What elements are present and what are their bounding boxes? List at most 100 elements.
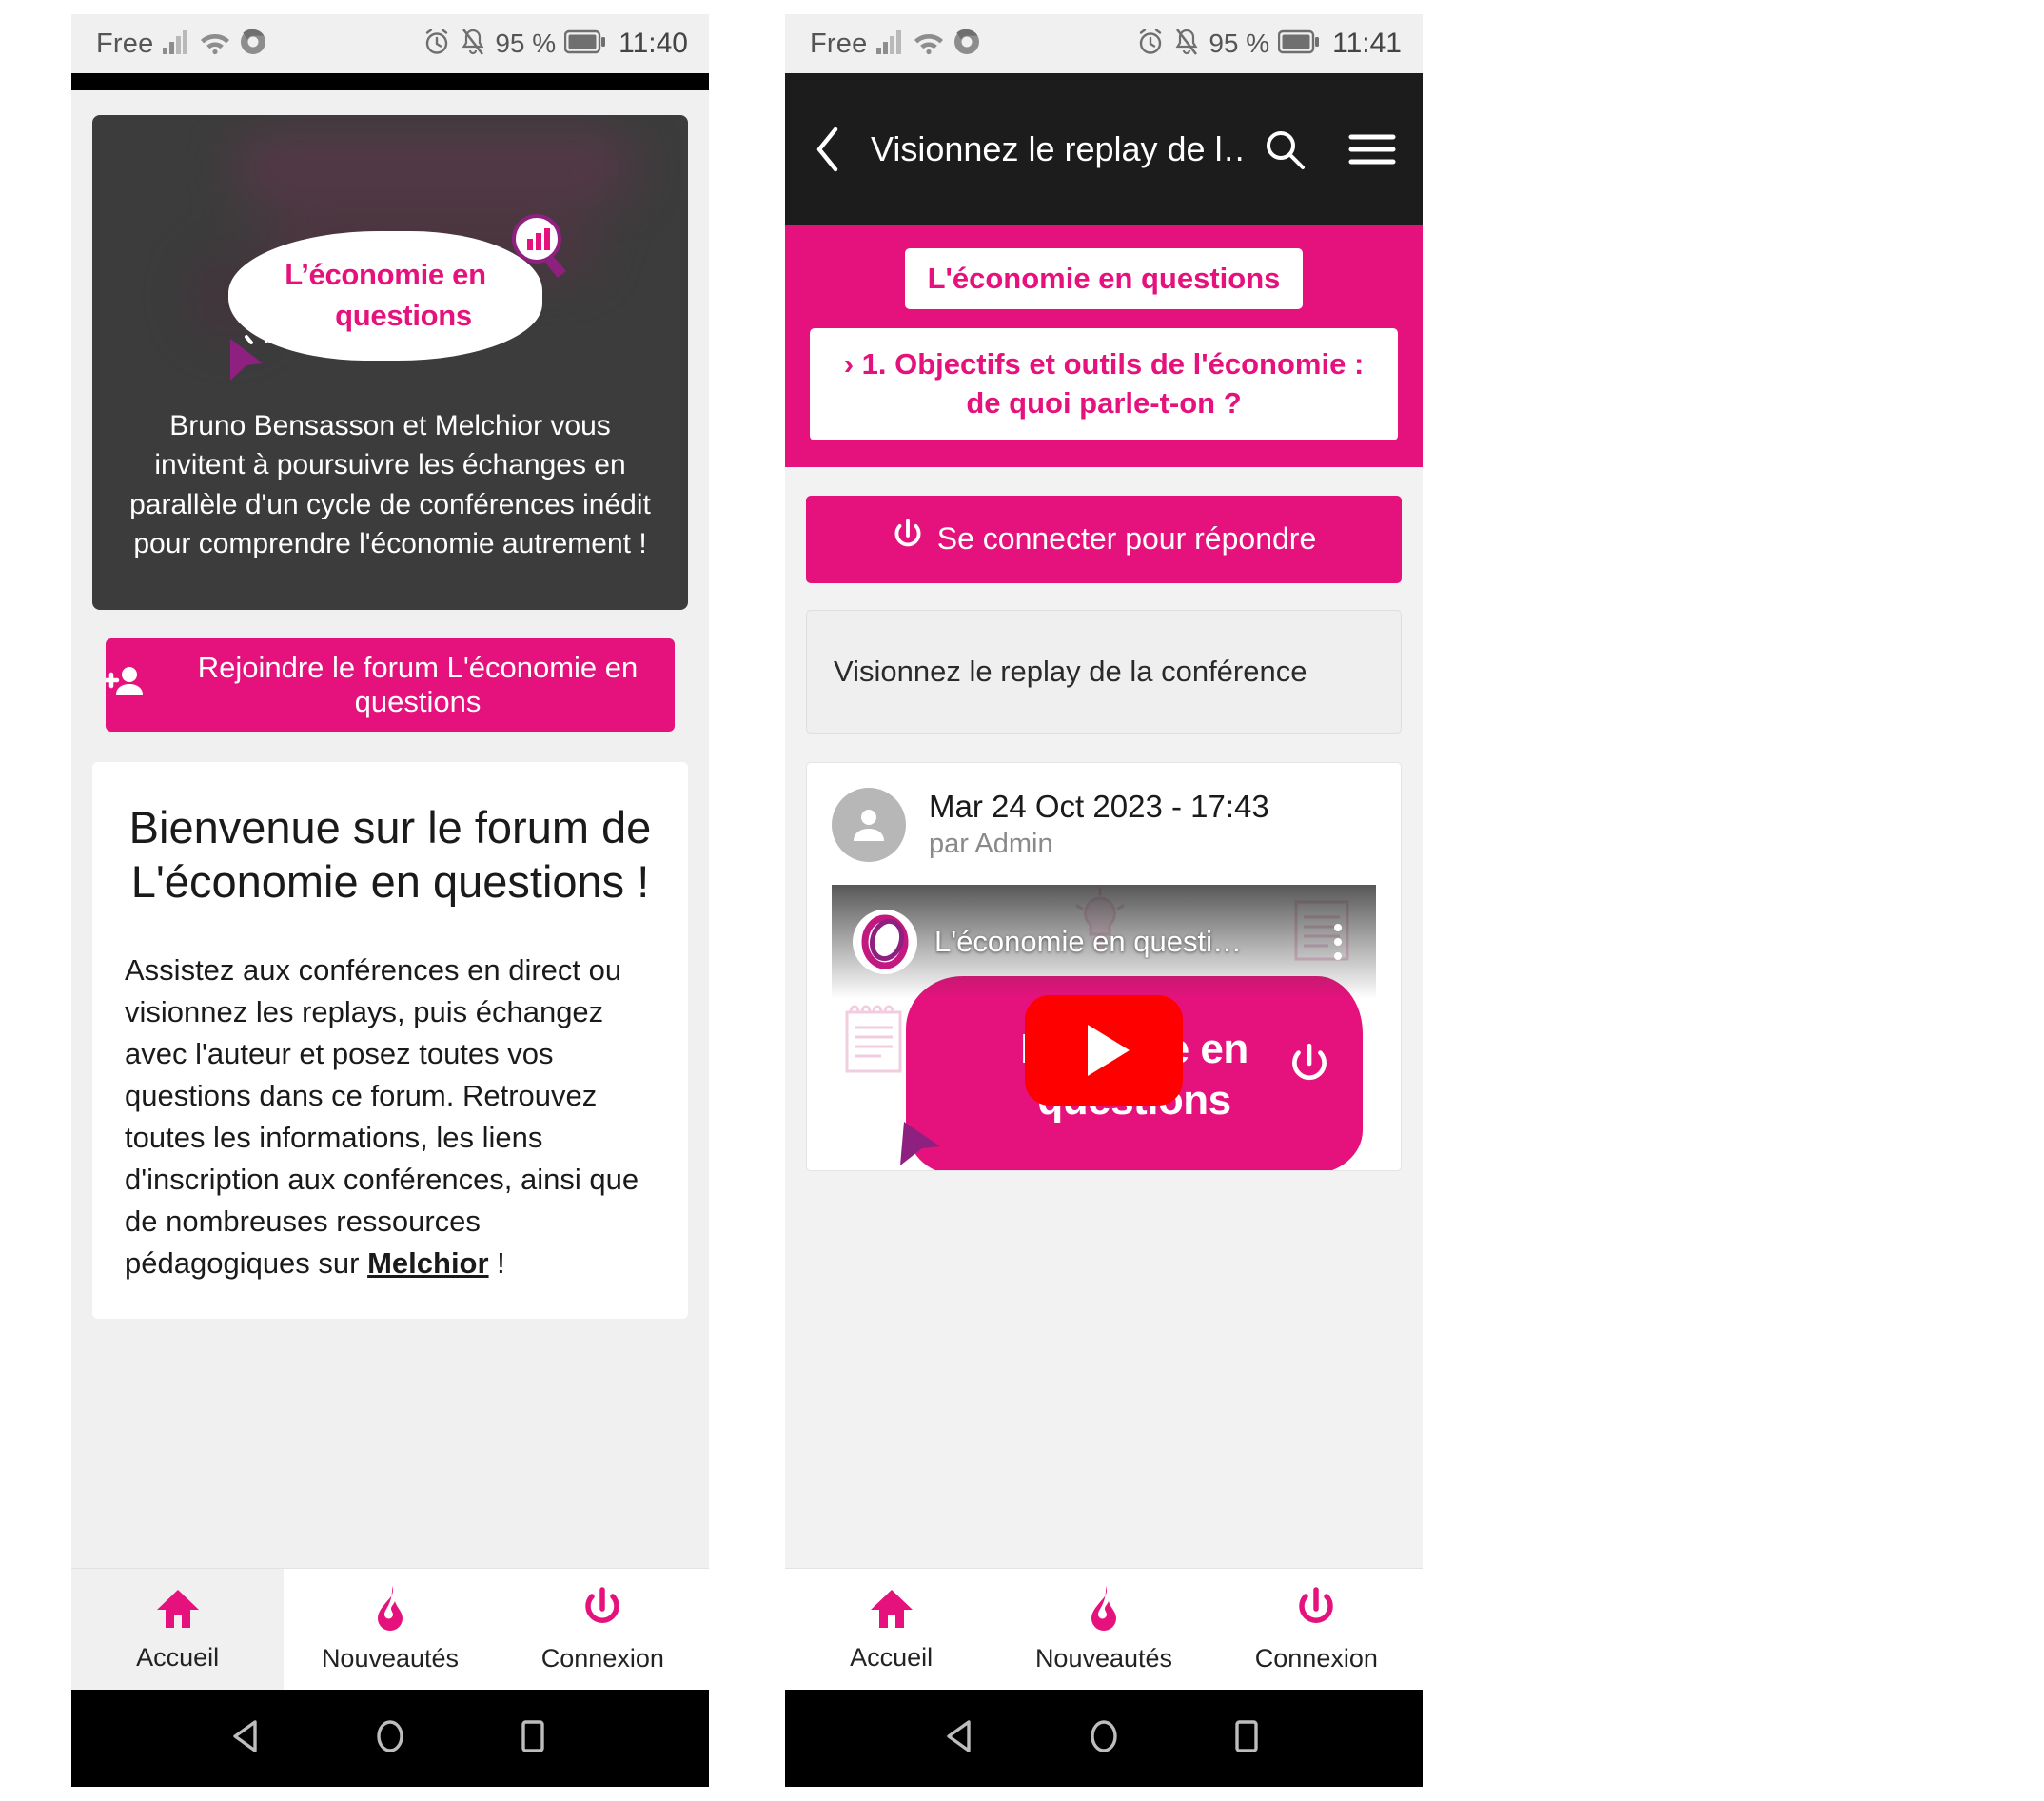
post-card: Mar 24 Oct 2023 - 17:43 par Admin en L'é… (806, 761, 1402, 1171)
carrier-label: Free (810, 28, 868, 59)
home-circle-icon[interactable] (368, 1714, 412, 1763)
welcome-body-before: Assistez aux conférences en direct ou vi… (125, 952, 639, 1280)
alarm-icon (1136, 28, 1165, 61)
welcome-body: Assistez aux conférences en direct ou vi… (125, 949, 656, 1284)
back-triangle-icon[interactable] (939, 1714, 983, 1763)
welcome-title: Bienvenue sur le forum de L'économie en … (128, 802, 652, 908)
app-bar-title: Visionnez le replay de l… (871, 129, 1242, 168)
bottom-tab-bar-left: Accueil Nouveautés Connexion (71, 1568, 709, 1690)
flame-icon (371, 1585, 409, 1636)
user-avatar-icon (832, 787, 906, 862)
post-header: Mar 24 Oct 2023 - 17:43 par Admin (832, 787, 1376, 862)
breadcrumb-category[interactable]: › 1. Objectifs et outils de l'économie :… (810, 328, 1398, 440)
power-icon (1295, 1586, 1337, 1636)
clock-label: 11:41 (1332, 28, 1402, 59)
bell-muted-icon (1173, 28, 1200, 61)
youtube-play-icon[interactable] (1025, 994, 1183, 1106)
tab-accueil[interactable]: Accueil (71, 1569, 285, 1690)
home-circle-icon[interactable] (1082, 1714, 1126, 1763)
home-screen-content: L’économie en questions Bruno Bensasson … (71, 90, 709, 1568)
magnifier-chart-icon (504, 210, 579, 289)
status-divider-strip (71, 73, 709, 90)
tab-accueil-label: Accueil (850, 1642, 934, 1672)
tab-connexion-label: Connexion (1254, 1643, 1378, 1673)
logo-line-2: questions (335, 299, 472, 332)
topic-title: Visionnez le replay de la conférence (834, 654, 1307, 688)
hamburger-menu-icon[interactable] (1348, 130, 1396, 168)
cursor-arrow-icon (217, 318, 285, 391)
tab-nouveautes[interactable]: Nouveautés (284, 1569, 496, 1690)
wifi-icon (913, 29, 945, 60)
tab-connexion-label: Connexion (540, 1643, 664, 1673)
phone-left: Free 95 % 11:40 L’économie en questions … (71, 14, 709, 1787)
person-add-icon (103, 665, 147, 705)
tab-connexion[interactable]: Connexion (1210, 1569, 1423, 1690)
status-bar-left-group: Free (96, 29, 266, 60)
android-nav-bar-left (71, 1690, 709, 1787)
post-date: Mar 24 Oct 2023 - 17:43 (929, 789, 1269, 825)
home-icon (869, 1587, 914, 1635)
search-icon[interactable] (1263, 127, 1307, 171)
tab-nouveautes[interactable]: Nouveautés (997, 1569, 1209, 1690)
tab-nouveautes-label: Nouveautés (321, 1643, 460, 1673)
youtube-video-title[interactable]: L'économie en questi… (934, 925, 1304, 959)
tab-connexion[interactable]: Connexion (497, 1569, 709, 1690)
battery-icon (1277, 29, 1320, 59)
tab-accueil-label: Accueil (136, 1642, 220, 1672)
melchior-link[interactable]: Melchior (367, 1246, 488, 1280)
recents-square-icon[interactable] (1225, 1714, 1268, 1763)
youtube-channel-avatar-icon[interactable] (853, 909, 917, 974)
status-bar-left: Free 95 % 11:40 (71, 14, 709, 73)
power-icon (581, 1586, 623, 1636)
join-forum-label: Rejoindre le forum L'économie en questio… (197, 651, 639, 718)
login-to-reply-label: Se connecter pour répondre (936, 521, 1317, 557)
flame-icon (1085, 1585, 1123, 1636)
chevron-left-icon[interactable] (812, 126, 844, 173)
bell-muted-icon (460, 28, 486, 61)
topic-screen-content: Se connecter pour répondre Visionnez le … (785, 466, 1423, 1568)
recents-square-icon[interactable] (511, 1714, 555, 1763)
cursor-arrow-doodle-icon (891, 1099, 963, 1170)
welcome-body-after: ! (488, 1245, 505, 1280)
back-triangle-icon[interactable] (226, 1714, 269, 1763)
status-bar-right-right-group: 95 % 11:41 (1136, 28, 1402, 61)
android-nav-bar-right (785, 1690, 1423, 1787)
clock-label: 11:40 (619, 28, 688, 59)
login-to-reply-button[interactable]: Se connecter pour répondre (806, 495, 1402, 583)
hero-paragraph: Bruno Bensasson et Melchior vous inviten… (129, 410, 651, 560)
screenshot-stage: Free 95 % 11:40 L’économie en questions … (0, 0, 2044, 1801)
battery-percent-label: 95 % (495, 29, 557, 58)
signal-icon (875, 29, 904, 60)
chrome-icon (240, 29, 266, 60)
post-meta: Mar 24 Oct 2023 - 17:43 par Admin (929, 789, 1269, 860)
post-author: par Admin (929, 829, 1053, 860)
home-icon (155, 1587, 201, 1635)
carrier-label: Free (96, 28, 154, 59)
hero-card: L’économie en questions Bruno Bensasson … (92, 115, 688, 610)
status-bar-right-left-group: Free (810, 29, 980, 60)
wifi-icon (199, 29, 231, 60)
logo-line-1: L’économie en (285, 258, 486, 292)
brand-logo: L’économie en questions (228, 214, 566, 381)
chrome-icon (953, 29, 980, 60)
signal-icon (162, 29, 190, 60)
status-bar-right: Free 95 % 11:41 (785, 14, 1423, 73)
breadcrumb: L'économie en questions › 1. Objectifs e… (785, 225, 1423, 467)
youtube-overlay-bar: L'économie en questi… (832, 884, 1376, 999)
youtube-embed[interactable]: L’éco…e en questions (832, 884, 1376, 1170)
app-bar: Visionnez le replay de l… (785, 73, 1423, 225)
more-options-icon[interactable] (1321, 923, 1355, 960)
tab-nouveautes-label: Nouveautés (1034, 1643, 1173, 1673)
battery-icon (563, 29, 606, 59)
phone-right: Free 95 % 11:41 Visionnez le replay de l… (785, 14, 1423, 1787)
notepad-doodle-left-icon (837, 997, 908, 1084)
join-forum-button[interactable]: Rejoindre le forum L'économie en questio… (103, 638, 675, 732)
welcome-card: Bienvenue sur le forum de L'économie en … (92, 762, 688, 1319)
battery-percent-label: 95 % (1209, 29, 1270, 58)
breadcrumb-forum[interactable]: L'économie en questions (904, 248, 1304, 309)
power-circle-badge (1264, 1017, 1355, 1109)
alarm-icon (423, 28, 451, 61)
bottom-tab-bar-right: Accueil Nouveautés Connexion (785, 1568, 1423, 1690)
tab-accueil[interactable]: Accueil (785, 1569, 997, 1690)
status-bar-right-group: 95 % 11:40 (423, 28, 688, 61)
